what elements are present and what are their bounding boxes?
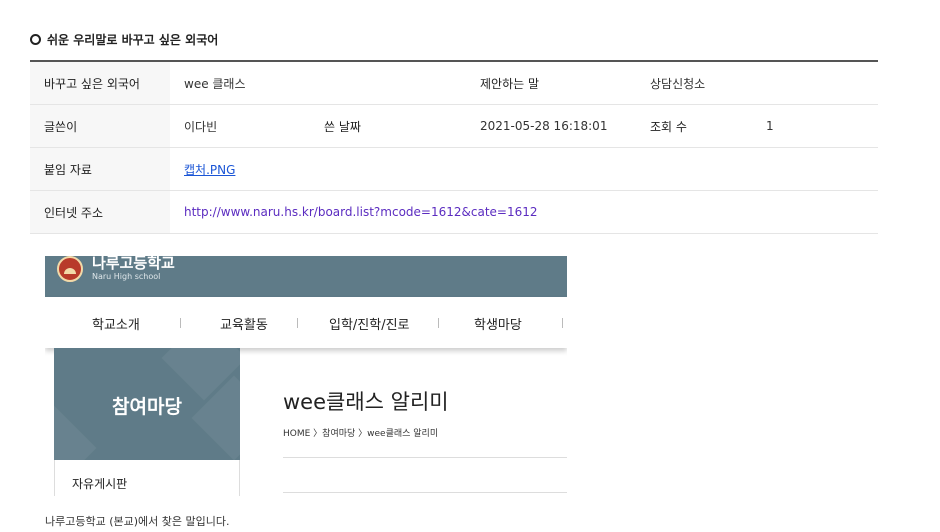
nav-item-student[interactable]: 학생마당 [474,314,522,333]
foreign-word-label: 바꾸고 싶은 외국어 [30,60,170,105]
proposal-value: 상담신청소 [636,60,878,105]
nav-divider [438,318,439,328]
nav-divider [297,318,298,328]
attachment-link[interactable]: 캡처.PNG [184,163,235,177]
author-value: 이다빈 [170,104,310,148]
url-cell: http://www.naru.hs.kr/board.list?mcode=1… [170,190,878,234]
side-menu-item-free-board[interactable]: 자유게시판 [72,475,127,492]
site-nav: 학교소개 교육활동 입학/진학/진로 학생마당 [45,297,567,348]
date-label: 쓴 날짜 [310,104,466,148]
table-row: 글쓴이 이다빈 쓴 날짜 2021-05-28 16:18:01 조회 수 1 [30,104,878,148]
date-value: 2021-05-28 16:18:01 [466,104,636,148]
page-title: wee클래스 알리미 [283,390,449,414]
side-title: 참여마당 [112,396,182,418]
school-name: 나루고등학교 [92,256,175,272]
site-header: 나루고등학교 Naru High school [45,256,567,297]
school-logo-icon [57,256,83,282]
divider [283,457,567,458]
attachment-cell: 캡처.PNG [170,147,878,191]
attachment-label: 붙임 자료 [30,147,170,191]
table-row: 붙임 자료 캡처.PNG [30,147,878,191]
views-label: 조회 수 [636,104,752,148]
nav-divider [562,318,563,328]
circle-bullet-icon [30,34,41,45]
nav-item-admission[interactable]: 입학/진학/진로 [329,314,410,333]
attached-screenshot: 나루고등학교 Naru High school 학교소개 교육활동 입학/진학/… [45,256,567,496]
side-banner: 참여마당 [54,348,240,460]
info-table: 바꾸고 싶은 외국어 wee 클래스 제안하는 말 상담신청소 글쓴이 이다빈 … [30,60,878,234]
table-row: 바꾸고 싶은 외국어 wee 클래스 제안하는 말 상담신청소 [30,60,878,105]
nav-item-school-intro[interactable]: 학교소개 [92,314,140,333]
views-value: 1 [752,104,878,148]
side-menu: 자유게시판 [54,460,240,496]
nav-divider [180,318,181,328]
school-name-en: Naru High school [92,272,161,281]
author-label: 글쓴이 [30,104,170,148]
proposal-label: 제안하는 말 [466,60,636,105]
nav-item-education[interactable]: 교육활동 [220,314,268,333]
table-row: 인터넷 주소 http://www.naru.hs.kr/board.list?… [30,190,878,234]
url-label: 인터넷 주소 [30,190,170,234]
divider [283,492,567,493]
section-title: 쉬운 우리말로 바꾸고 싶은 외국어 [30,31,218,48]
foreign-word-value: wee 클래스 [170,60,466,105]
breadcrumb: HOME 〉참여마당 〉wee클래스 알리미 [283,429,439,439]
url-link[interactable]: http://www.naru.hs.kr/board.list?mcode=1… [184,205,538,219]
section-title-text: 쉬운 우리말로 바꾸고 싶은 외국어 [47,33,219,47]
caption-text: 나루고등학교 (본교)에서 찾은 말입니다. [45,515,230,528]
